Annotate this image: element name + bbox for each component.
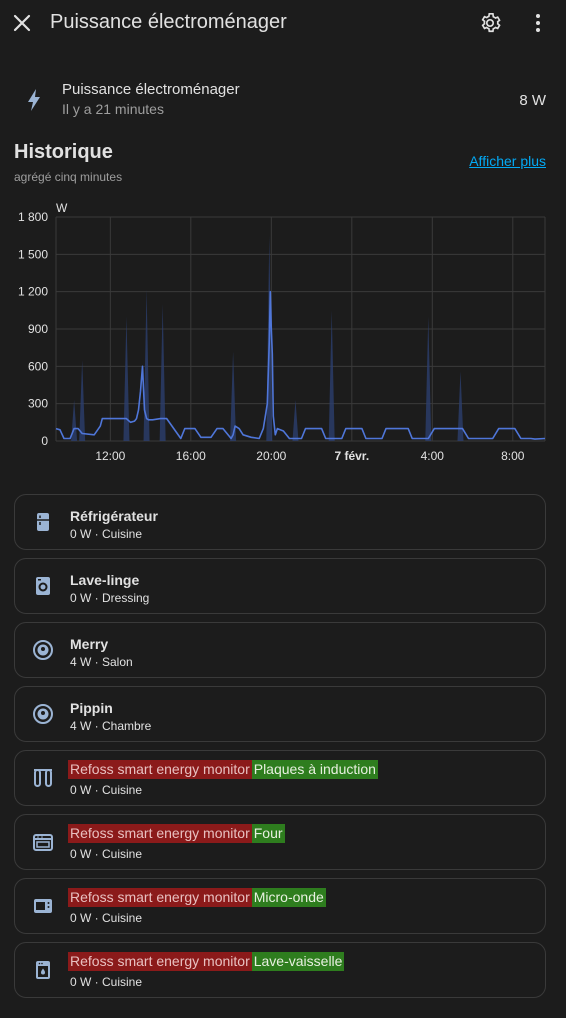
device-name: Refoss smart energy monitor Four <box>68 824 285 843</box>
washing-machine-icon <box>31 574 55 598</box>
y-axis-label: W <box>56 201 68 215</box>
y-tick-label: 600 <box>28 359 48 373</box>
device-secondary: 4 W · Salon <box>70 655 133 669</box>
last-changed: Il y a 21 minutes <box>62 101 164 117</box>
max-band <box>425 316 432 441</box>
device-secondary: 0 W · Cuisine <box>70 847 143 861</box>
device-secondary: 0 W · Cuisine <box>70 975 143 989</box>
device-secondary: 0 W · Dressing <box>70 591 150 605</box>
y-tick-label: 1 200 <box>18 285 48 299</box>
more-options-button[interactable] <box>524 8 552 38</box>
history-subtitle: agrégé cinq minutes <box>14 170 123 184</box>
settings-button[interactable] <box>476 8 504 38</box>
y-tick-label: 900 <box>28 322 48 336</box>
x-tick-label: 20:00 <box>256 449 286 463</box>
device-name: Merry <box>70 636 109 652</box>
device-secondary: 0 W · Cuisine <box>70 527 143 541</box>
device-name-prefix: Refoss smart energy monitor <box>68 888 252 907</box>
device-name: Réfrigérateur <box>70 508 158 524</box>
device-name-suffix: Four <box>251 824 285 843</box>
device-secondary: 0 W · Cuisine <box>70 783 143 797</box>
device-name: Lave-linge <box>70 572 140 588</box>
top-bar: Puissance électroménager <box>0 0 566 46</box>
dishwasher-icon <box>31 958 55 982</box>
y-tick-label: 300 <box>28 397 48 411</box>
device-card[interactable]: Lave-linge 0 W · Dressing <box>14 558 546 614</box>
device-name-suffix: Lave-vaisselle <box>251 952 345 971</box>
device-card[interactable]: Merry 4 W · Salon <box>14 622 546 678</box>
series-line <box>55 290 546 440</box>
robot-vacuum-icon <box>31 638 55 662</box>
dialog-title: Puissance électroménager <box>50 11 287 33</box>
device-secondary: 4 W · Chambre <box>70 719 152 733</box>
x-tick-label: 12:00 <box>95 449 125 463</box>
entity-name: Puissance électroménager <box>62 81 240 98</box>
max-band <box>123 316 130 441</box>
device-name-suffix: Plaques à induction <box>251 760 378 779</box>
device-name: Refoss smart energy monitor Plaques à ind… <box>68 760 378 779</box>
close-icon <box>13 14 31 32</box>
max-band <box>79 360 86 441</box>
device-name-suffix: Micro-onde <box>251 888 326 907</box>
max-band <box>328 310 335 441</box>
y-tick-label: 1 800 <box>18 210 48 224</box>
max-band <box>159 304 166 441</box>
device-card[interactable]: Refoss smart energy monitor Lave-vaissell… <box>14 942 546 998</box>
x-tick-label: 16:00 <box>176 449 206 463</box>
max-band <box>457 371 464 441</box>
device-secondary: 0 W · Cuisine <box>70 911 143 925</box>
x-tick-label: 7 févr. <box>334 449 369 463</box>
history-chart[interactable]: 1 800 1 500 1 200 900 600 300 0 W 12:00 16:00 20:0… <box>0 198 566 470</box>
device-name-prefix: Refoss smart energy monitor <box>68 824 252 843</box>
state-value: 8 W <box>519 92 546 109</box>
device-card[interactable]: Refoss smart energy monitor Micro-onde 0 W… <box>14 878 546 934</box>
max-band <box>292 399 299 441</box>
microwave-icon <box>31 894 55 918</box>
oven-icon <box>31 830 55 854</box>
lightning-icon <box>22 86 46 114</box>
device-name: Refoss smart energy monitor Micro-onde <box>68 888 326 907</box>
robot-vacuum-icon <box>31 702 55 726</box>
show-more-link[interactable]: Afficher plus <box>469 153 546 169</box>
device-name: Refoss smart energy monitor Lave-vaissell… <box>68 952 345 971</box>
y-tick-label: 0 <box>41 434 48 448</box>
device-card[interactable]: Refoss smart energy monitor Four 0 W · Cui… <box>14 814 546 870</box>
device-card[interactable]: Refoss smart energy monitor Plaques à ind… <box>14 750 546 806</box>
x-tick-label: 4:00 <box>421 449 445 463</box>
close-button[interactable] <box>8 6 36 40</box>
device-card[interactable]: Pippin 4 W · Chambre <box>14 686 546 742</box>
device-card[interactable]: Réfrigérateur 0 W · Cuisine <box>14 494 546 550</box>
device-name-prefix: Refoss smart energy monitor <box>68 952 252 971</box>
gear-icon <box>481 13 501 33</box>
more-vertical-icon <box>536 14 540 32</box>
entity-state-row[interactable]: Puissance électroménager Il y a 21 minut… <box>0 72 566 128</box>
y-tick-label: 1 500 <box>18 247 48 261</box>
history-title: Historique <box>14 141 113 163</box>
induction-hob-icon <box>31 766 55 790</box>
device-name: Pippin <box>70 700 113 716</box>
fridge-icon <box>31 510 55 534</box>
x-tick-label: 8:00 <box>501 449 525 463</box>
device-name-prefix: Refoss smart energy monitor <box>68 760 252 779</box>
